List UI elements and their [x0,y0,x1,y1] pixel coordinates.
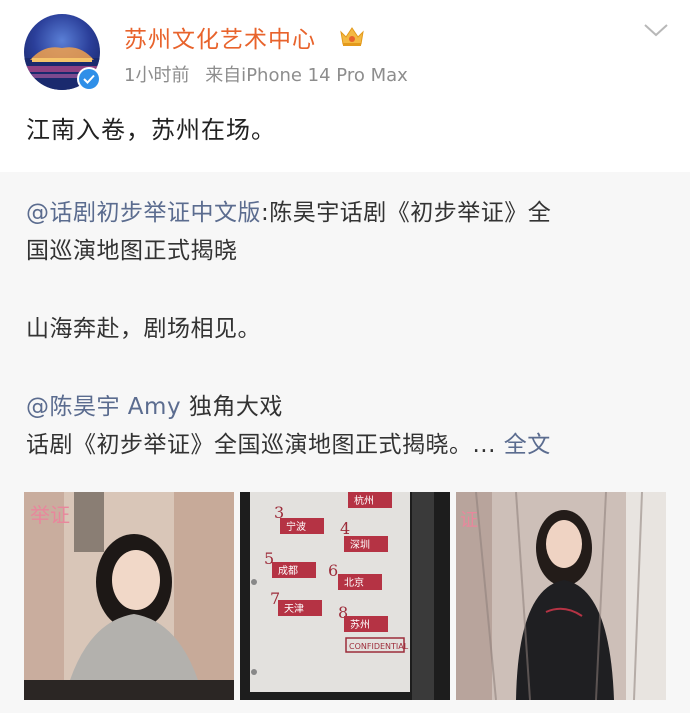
crown-icon [339,24,365,52]
post-source: 来自iPhone 14 Pro Max [205,65,408,86]
time-ago: 1小时前 [124,65,190,86]
repost-block[interactable]: @话剧初步举证中文版:陈昊宇话剧《初步举证》全 国巡演地图正式揭晓 山海奔赴，剧… [0,172,690,713]
map-number: 4 [340,519,350,538]
repost-line-4-text: 独角大戏 [181,394,283,420]
confidential-stamp: CONFIDENTIAL [349,642,409,651]
map-city: 天津 [284,603,304,615]
verified-icon [77,67,101,91]
repost-line-5-text: 话剧《初步举证》全国巡演地图正式揭晓。... [26,432,496,458]
mention-link[interactable]: @话剧初步举证中文版 [26,200,261,226]
map-number: 6 [328,561,338,580]
photo-thumbnail[interactable]: 3 4 5 6 7 8 杭州 宁波 深圳 成都 北京 天津 苏州 CONFIDE… [240,492,450,700]
repost-line-1-text: :陈昊宇话剧《初步举证》全 [261,200,552,226]
map-city: 苏州 [350,618,370,631]
repost-line-4: @陈昊宇 Amy 独角大戏 [26,388,666,426]
repost-line-1: @话剧初步举证中文版:陈昊宇话剧《初步举证》全 [26,194,666,232]
svg-text:举证: 举证 [30,503,70,527]
map-city: 宁波 [286,520,306,533]
map-city: 北京 [344,576,364,589]
photo-thumbnail[interactable]: 举证 [24,492,234,700]
chevron-down-icon[interactable] [643,22,669,42]
post-text: 江南入卷，苏州在场。 [26,116,276,144]
map-city: 深圳 [350,539,370,551]
repost-line-2: 国巡演地图正式揭晓 [26,238,238,264]
map-city: 成都 [278,565,298,577]
repost-line-5: 话剧《初步举证》全国巡演地图正式揭晓。... 全文 [26,426,666,464]
svg-text:证: 证 [460,510,478,531]
mention-link[interactable]: @陈昊宇 Amy [26,394,181,420]
map-city: 杭州 [354,494,374,507]
repost-line-3: 山海奔赴，剧场相见。 [26,316,261,342]
repost-text: @话剧初步举证中文版:陈昊宇话剧《初步举证》全 国巡演地图正式揭晓 山海奔赴，剧… [26,194,666,464]
post-header: 苏州文化艺术中心 1小时前 来自iPhone 14 Pro Max [0,0,690,100]
user-name[interactable]: 苏州文化艺术中心 [124,20,316,54]
photo-thumbnail[interactable]: 证 [456,492,666,700]
post-meta: 1小时前 来自iPhone 14 Pro Max [124,61,418,87]
full-text-link[interactable]: 全文 [504,432,551,458]
